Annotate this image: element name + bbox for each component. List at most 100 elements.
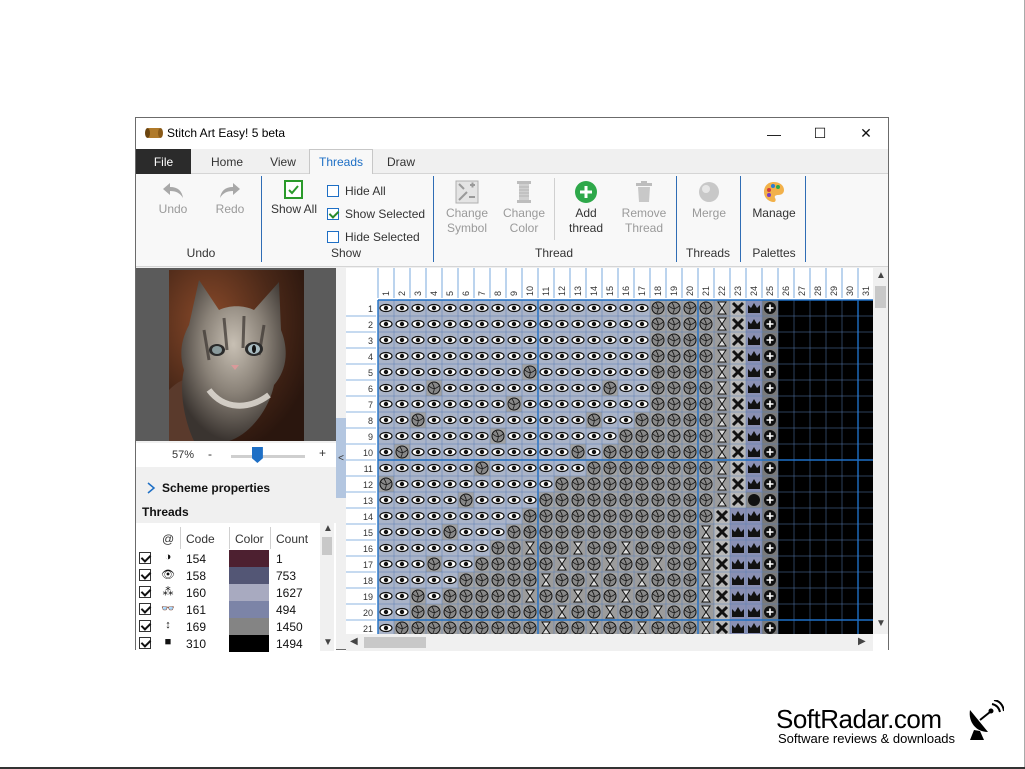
stitch-cell[interactable] — [410, 364, 426, 380]
stitch-cell[interactable] — [730, 620, 746, 634]
stitch-cell[interactable] — [858, 460, 873, 476]
stitch-cell[interactable] — [458, 492, 474, 508]
stitch-cell[interactable] — [650, 444, 666, 460]
stitch-cell[interactable] — [618, 556, 634, 572]
stitch-cell[interactable] — [586, 316, 602, 332]
stitch-cell[interactable] — [794, 412, 810, 428]
stitch-cell[interactable] — [650, 620, 666, 634]
stitch-cell[interactable] — [778, 508, 794, 524]
stitch-cell[interactable] — [426, 348, 442, 364]
stitch-cell[interactable] — [842, 316, 858, 332]
stitch-cell[interactable] — [650, 540, 666, 556]
stitch-cell[interactable] — [730, 540, 746, 556]
stitch-cell[interactable] — [490, 412, 506, 428]
stitch-cell[interactable] — [490, 300, 506, 316]
stitch-cell[interactable] — [794, 316, 810, 332]
stitch-cell[interactable] — [698, 588, 714, 604]
threads-scroll-thumb[interactable] — [322, 537, 332, 555]
stitch-cell[interactable] — [490, 620, 506, 634]
stitch-cell[interactable] — [554, 332, 570, 348]
stitch-cell[interactable] — [458, 620, 474, 634]
stitch-cell[interactable] — [426, 364, 442, 380]
stitch-cell[interactable] — [618, 524, 634, 540]
stitch-cell[interactable] — [826, 540, 842, 556]
thread-color-swatch[interactable] — [229, 635, 269, 652]
scheme-properties-expander[interactable]: Scheme properties — [146, 481, 270, 495]
stitch-cell[interactable] — [762, 332, 778, 348]
stitch-cell[interactable] — [666, 380, 682, 396]
stitch-cell[interactable] — [682, 476, 698, 492]
stitch-cell[interactable] — [730, 572, 746, 588]
stitch-cell[interactable] — [634, 572, 650, 588]
stitch-cell[interactable] — [586, 396, 602, 412]
stitch-cell[interactable] — [698, 460, 714, 476]
stitch-cell[interactable] — [810, 572, 826, 588]
stitch-cell[interactable] — [762, 476, 778, 492]
stitch-cell[interactable] — [762, 604, 778, 620]
stitch-cell[interactable] — [634, 444, 650, 460]
stitch-cell[interactable] — [458, 316, 474, 332]
stitch-cell[interactable] — [682, 620, 698, 634]
stitch-cell[interactable] — [570, 524, 586, 540]
stitch-cell[interactable] — [682, 396, 698, 412]
stitch-cell[interactable] — [506, 540, 522, 556]
stitch-cell[interactable] — [554, 492, 570, 508]
stitch-cell[interactable] — [778, 428, 794, 444]
thread-visible-checkbox[interactable] — [139, 620, 151, 632]
stitch-cell[interactable] — [378, 396, 394, 412]
stitch-cell[interactable] — [826, 572, 842, 588]
stitch-cell[interactable] — [378, 380, 394, 396]
stitch-cell[interactable] — [378, 476, 394, 492]
stitch-cell[interactable] — [858, 492, 873, 508]
stitch-cell[interactable] — [842, 524, 858, 540]
stitch-cell[interactable] — [458, 572, 474, 588]
stitch-cell[interactable] — [506, 572, 522, 588]
stitch-cell[interactable] — [698, 332, 714, 348]
stitch-cell[interactable] — [826, 428, 842, 444]
stitch-cell[interactable] — [538, 444, 554, 460]
stitch-cell[interactable] — [378, 364, 394, 380]
stitch-cell[interactable] — [762, 572, 778, 588]
stitch-cell[interactable] — [634, 348, 650, 364]
stitch-cell[interactable] — [394, 364, 410, 380]
stitch-cell[interactable] — [410, 540, 426, 556]
stitch-cell[interactable] — [634, 524, 650, 540]
stitch-cell[interactable] — [474, 476, 490, 492]
thread-row[interactable]: ↕ 169 1450 — [136, 618, 322, 635]
stitch-cell[interactable] — [394, 380, 410, 396]
stitch-cell[interactable] — [778, 524, 794, 540]
stitch-cell[interactable] — [474, 348, 490, 364]
stitch-cell[interactable] — [586, 364, 602, 380]
thread-visible-checkbox[interactable] — [139, 569, 151, 581]
stitch-cell[interactable] — [426, 492, 442, 508]
stitch-cell[interactable] — [442, 396, 458, 412]
stitch-cell[interactable] — [810, 588, 826, 604]
scroll-up-arrow[interactable]: ▲ — [876, 270, 886, 281]
thread-color-swatch[interactable] — [229, 584, 269, 601]
stitch-cell[interactable] — [538, 508, 554, 524]
stitch-cell[interactable] — [746, 508, 762, 524]
stitch-cell[interactable] — [858, 588, 873, 604]
stitch-cell[interactable] — [426, 332, 442, 348]
stitch-cell[interactable] — [554, 604, 570, 620]
stitch-cell[interactable] — [394, 556, 410, 572]
stitch-cell[interactable] — [714, 396, 730, 412]
stitch-cell[interactable] — [730, 332, 746, 348]
stitch-cell[interactable] — [714, 588, 730, 604]
stitch-cell[interactable] — [826, 556, 842, 572]
zoom-slider-thumb[interactable] — [251, 447, 263, 463]
stitch-cell[interactable] — [762, 492, 778, 508]
stitch-cell[interactable] — [810, 540, 826, 556]
stitch-cell[interactable] — [554, 428, 570, 444]
stitch-cell[interactable] — [458, 604, 474, 620]
stitch-cell[interactable] — [394, 300, 410, 316]
stitch-cell[interactable] — [410, 492, 426, 508]
stitch-cell[interactable] — [794, 492, 810, 508]
stitch-cell[interactable] — [810, 556, 826, 572]
thread-color-swatch[interactable] — [229, 567, 269, 584]
stitch-cell[interactable] — [474, 604, 490, 620]
stitch-cell[interactable] — [458, 412, 474, 428]
stitch-cell[interactable] — [794, 428, 810, 444]
tab-threads[interactable]: Threads — [309, 149, 373, 175]
stitch-cell[interactable] — [842, 332, 858, 348]
